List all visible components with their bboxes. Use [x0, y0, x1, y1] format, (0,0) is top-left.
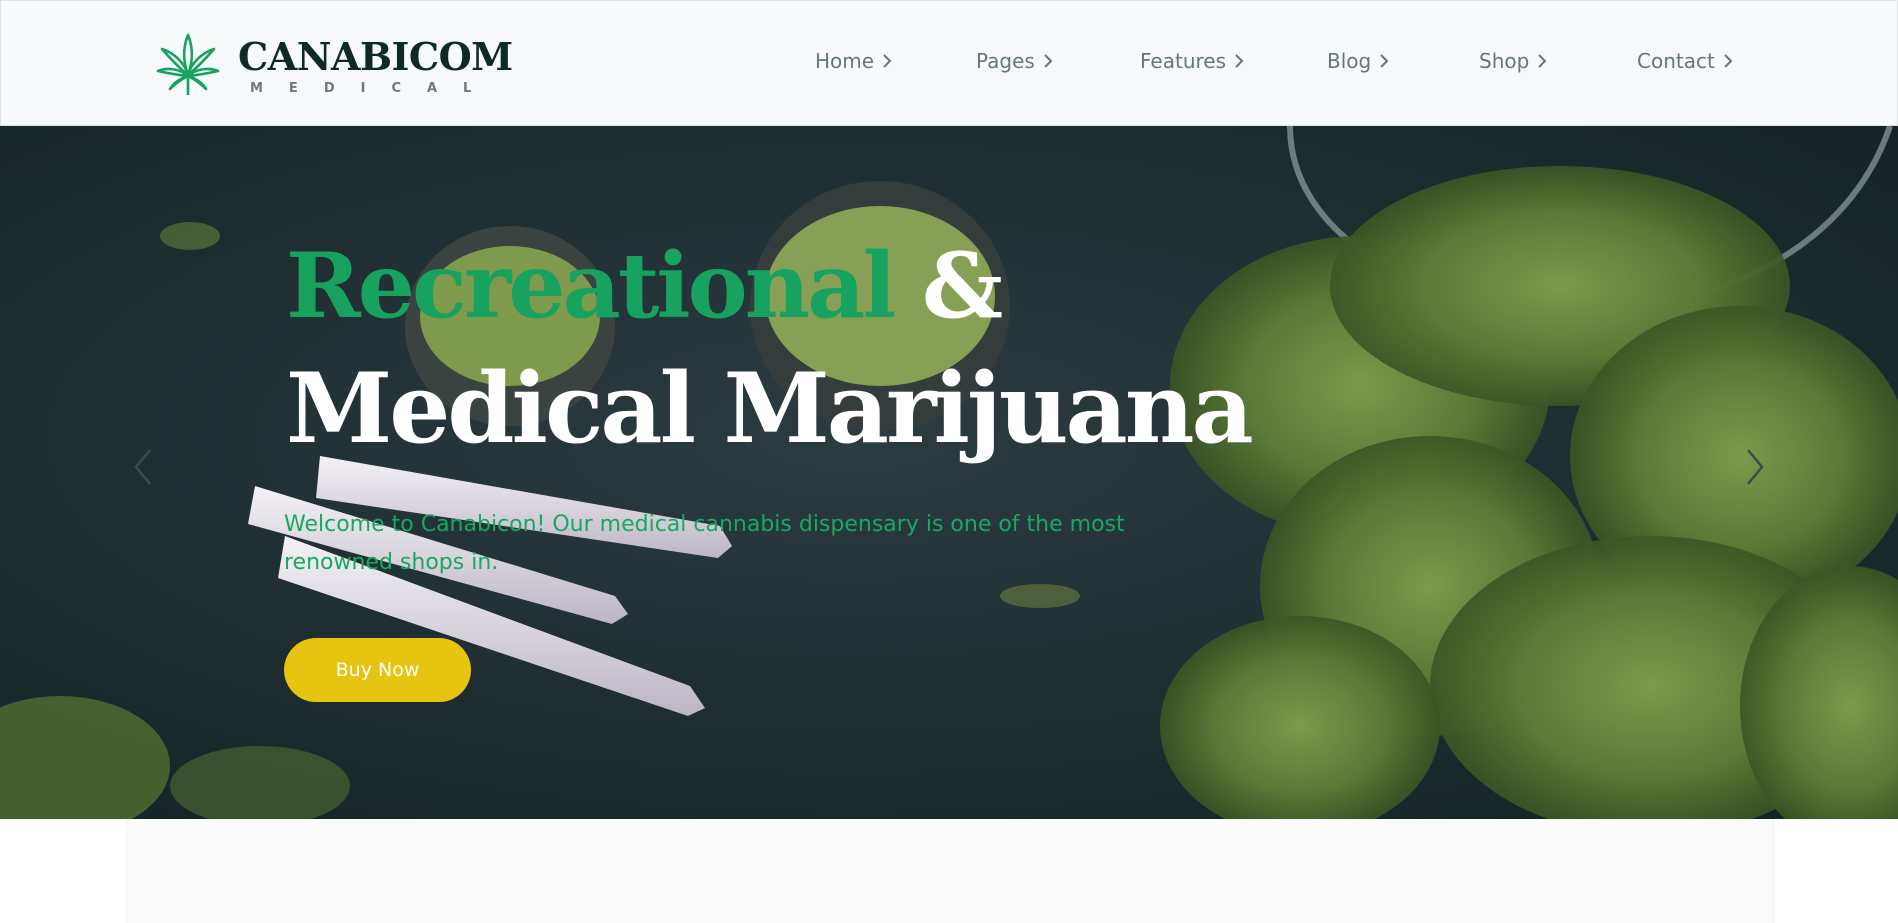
- nav-item-label: Blog: [1327, 49, 1372, 73]
- chevron-right-icon: [1724, 54, 1733, 68]
- nav-item-home[interactable]: Home: [815, 49, 892, 73]
- chevron-right-icon: [1044, 54, 1053, 68]
- brand-name: CANABICOM: [238, 34, 513, 79]
- hero-slider: Recreational & Medical Marijuana Welcome…: [0, 126, 1898, 819]
- chevron-right-icon: [883, 54, 892, 68]
- nav-item-label: Pages: [976, 49, 1035, 73]
- nav-item-pages[interactable]: Pages: [976, 49, 1053, 73]
- nav-item-shop[interactable]: Shop: [1479, 49, 1547, 73]
- nav-item-label: Shop: [1479, 49, 1530, 73]
- nav-item-contact[interactable]: Contact: [1637, 49, 1733, 73]
- hero-title-accent: Recreational: [286, 233, 897, 339]
- brand-logo[interactable]: CANABICOM MEDICAL: [156, 31, 513, 97]
- slider-next-chevron-right-icon[interactable]: [1740, 444, 1770, 490]
- nav-item-label: Features: [1140, 49, 1226, 73]
- content-panel: [126, 819, 1774, 923]
- hero-title: Recreational & Medical Marijuana: [286, 226, 1254, 472]
- chevron-right-icon: [1380, 54, 1389, 68]
- site-header: CANABICOM MEDICAL Home Pages Features Bl…: [0, 0, 1898, 126]
- hero-title-ampersand: &: [893, 233, 1003, 339]
- slider-prev-chevron-left-icon[interactable]: [128, 444, 158, 490]
- hero-description: Welcome to Canabicon! Our medical cannab…: [284, 512, 1125, 575]
- nav-item-label: Contact: [1637, 49, 1715, 73]
- nav-item-features[interactable]: Features: [1140, 49, 1244, 73]
- brand-subtitle: MEDICAL: [250, 81, 498, 96]
- chevron-right-icon: [1235, 54, 1244, 68]
- chevron-right-icon: [1538, 54, 1547, 68]
- buy-now-button[interactable]: Buy Now: [284, 638, 471, 702]
- nav-item-blog[interactable]: Blog: [1327, 49, 1389, 73]
- hero-title-line2: Medical Marijuana: [286, 352, 1254, 465]
- nav-item-label: Home: [815, 49, 875, 73]
- cannabis-leaf-icon: [156, 33, 220, 95]
